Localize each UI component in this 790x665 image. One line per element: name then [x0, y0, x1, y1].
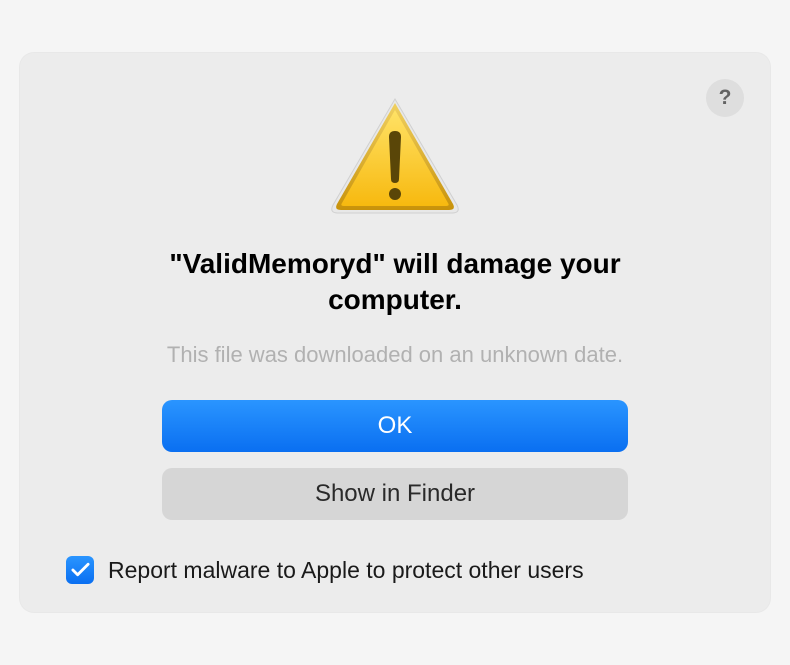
show-in-finder-button[interactable]: Show in Finder	[162, 468, 628, 520]
checkmark-icon	[71, 562, 90, 578]
button-group: OK Show in Finder	[50, 400, 740, 520]
help-button[interactable]: ?	[706, 79, 744, 117]
dialog-title: "ValidMemoryd" will damage your computer…	[50, 246, 740, 319]
show-in-finder-label: Show in Finder	[315, 480, 475, 508]
report-checkbox-label: Report malware to Apple to protect other…	[108, 557, 584, 584]
dialog-subtitle: This file was downloaded on an unknown d…	[50, 342, 740, 368]
alert-dialog: ? "ValidMemoryd" will damage your comput…	[20, 53, 770, 613]
help-icon: ?	[719, 86, 732, 110]
report-checkbox[interactable]	[66, 556, 94, 584]
ok-button-label: OK	[378, 412, 413, 440]
ok-button[interactable]: OK	[162, 400, 628, 452]
report-checkbox-row: Report malware to Apple to protect other…	[50, 556, 740, 584]
warning-icon	[325, 93, 465, 218]
warning-icon-container	[50, 93, 740, 218]
